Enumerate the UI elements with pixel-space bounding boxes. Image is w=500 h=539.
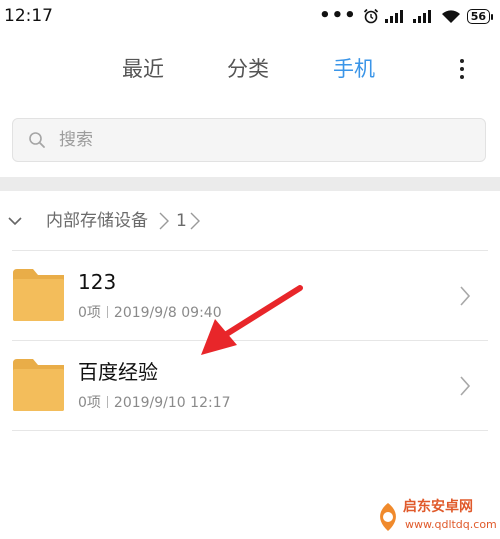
divider (12, 430, 488, 431)
meta-separator (106, 306, 108, 318)
tab-recent[interactable]: 最近 (122, 52, 164, 86)
search-icon (29, 132, 45, 148)
status-time: 12:17 (4, 6, 53, 26)
breadcrumb: 内部存储设备 1 (0, 205, 500, 239)
item-meta: 0项 2019/9/10 12:17 (78, 393, 231, 413)
status-icons: ••• 56 (319, 5, 494, 26)
tab-bar: 最近 分类 手机 (0, 52, 500, 92)
search-input[interactable]: 搜索 (59, 128, 93, 152)
section-divider (0, 177, 500, 191)
watermark: 启东安卓网 www.qdltdq.com (375, 498, 500, 539)
breadcrumb-root[interactable]: 内部存储设备 (46, 209, 148, 233)
tab-phone[interactable]: 手机 (333, 52, 375, 86)
meta-separator (106, 396, 108, 408)
breadcrumb-separator-icon (190, 212, 200, 230)
battery-icon: 56 (466, 8, 494, 24)
item-title: 123 (78, 270, 117, 294)
signal-icon-2 (412, 10, 431, 23)
folder-icon (13, 359, 64, 411)
more-notifications-icon: ••• (319, 5, 357, 26)
status-bar: 12:17 ••• 56 (0, 0, 500, 34)
alarm-icon (363, 8, 378, 24)
chevron-right-icon (460, 286, 471, 306)
search-bar[interactable]: 搜索 (12, 118, 486, 162)
item-count: 0项 (78, 395, 101, 411)
item-date: 2019/9/8 09:40 (113, 305, 222, 321)
tab-category[interactable]: 分类 (227, 52, 269, 86)
watermark-logo-icon (380, 503, 396, 531)
item-date: 2019/9/10 12:17 (113, 395, 231, 411)
item-meta: 0项 2019/9/8 09:40 (78, 303, 222, 323)
chevron-right-icon (460, 376, 471, 396)
more-options-icon[interactable] (452, 52, 472, 86)
item-title: 百度经验 (78, 360, 158, 384)
chevron-down-icon[interactable] (8, 214, 22, 228)
list-item[interactable]: 123 0项 2019/9/8 09:40 (0, 251, 500, 341)
breadcrumb-current[interactable]: 1 (176, 209, 187, 233)
watermark-title: 启东安卓网 (403, 499, 473, 515)
breadcrumb-separator-icon (159, 212, 169, 230)
folder-icon (13, 269, 64, 321)
list-item[interactable]: 百度经验 0项 2019/9/10 12:17 (0, 341, 500, 431)
watermark-url: www.qdltdq.com (405, 518, 497, 531)
wifi-icon (441, 9, 460, 23)
item-count: 0项 (78, 305, 101, 321)
signal-icon (384, 10, 403, 23)
